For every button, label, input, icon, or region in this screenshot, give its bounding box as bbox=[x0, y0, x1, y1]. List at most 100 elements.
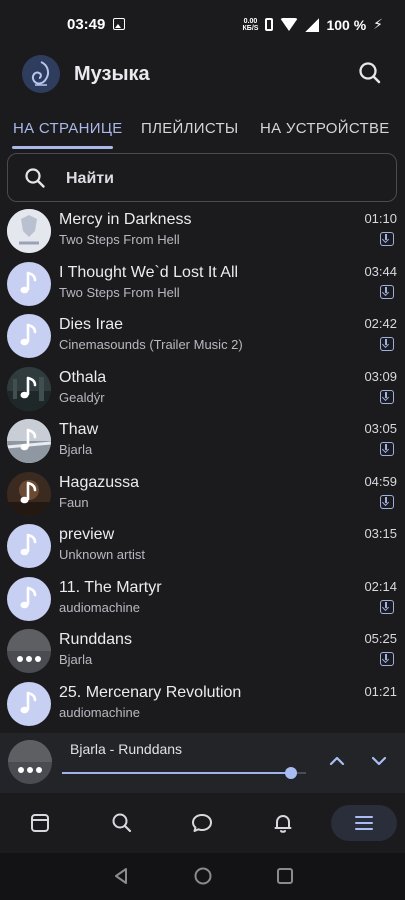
track-artist: Bjarla bbox=[59, 442, 93, 457]
track-title: Mercy in Darkness bbox=[59, 211, 192, 228]
download-icon[interactable] bbox=[380, 442, 394, 456]
track-title: 25. Mercenary Revolution bbox=[59, 683, 242, 701]
message-icon bbox=[192, 814, 212, 832]
status-time: 03:49 bbox=[67, 16, 106, 33]
app-header: Музыка bbox=[0, 50, 405, 98]
track-title: Runddans bbox=[59, 631, 132, 648]
list-item[interactable]: I Thought We`d Lost It All Two Steps Fro… bbox=[0, 258, 405, 310]
track-cover bbox=[7, 471, 51, 516]
bell-icon bbox=[274, 815, 292, 833]
search-field-icon bbox=[25, 168, 45, 188]
list-item[interactable]: 11. The Martyr audiomachine 02:14 bbox=[0, 573, 405, 625]
search-icon[interactable] bbox=[357, 60, 383, 86]
seek-progress bbox=[62, 772, 292, 774]
list-item[interactable]: Dies Irae Cinemasounds (Trailer Music 2)… bbox=[0, 310, 405, 362]
music-note-icon bbox=[7, 681, 51, 726]
vibrate-icon bbox=[265, 18, 274, 31]
track-duration: 04:59 bbox=[364, 473, 397, 489]
track-duration: 02:14 bbox=[364, 578, 397, 594]
active-tab-indicator bbox=[12, 146, 113, 149]
search-input[interactable]: Найти bbox=[7, 153, 397, 202]
track-artist: Two Steps From Hell bbox=[59, 284, 180, 300]
music-note-icon bbox=[7, 261, 51, 306]
download-icon[interactable] bbox=[380, 284, 394, 299]
track-duration: 03:09 bbox=[364, 368, 397, 384]
tab-on-page[interactable]: НА СТРАНИЦЕ bbox=[13, 120, 123, 137]
player-cover bbox=[8, 740, 52, 784]
track-cover-playing bbox=[7, 629, 51, 673]
seek-bar[interactable] bbox=[62, 767, 306, 779]
mini-player[interactable]: Bjarla - Runddans bbox=[0, 733, 405, 793]
track-artist: Gealdýr bbox=[59, 389, 105, 405]
chevron-up-icon[interactable] bbox=[327, 751, 347, 771]
list-item[interactable]: Othala Gealdýr 03:09 bbox=[0, 363, 405, 415]
track-cover bbox=[7, 419, 51, 463]
download-icon[interactable] bbox=[380, 389, 394, 404]
recents-icon[interactable] bbox=[275, 866, 295, 886]
music-note-icon bbox=[7, 576, 51, 621]
track-title: preview bbox=[59, 526, 115, 543]
page-title: Музыка bbox=[74, 63, 150, 85]
list-item[interactable]: Hagazussa Faun 04:59 bbox=[0, 468, 405, 520]
track-artist: audiomachine bbox=[59, 704, 140, 720]
download-icon[interactable] bbox=[380, 652, 394, 666]
download-icon[interactable] bbox=[380, 337, 394, 351]
download-icon[interactable] bbox=[380, 494, 394, 509]
tab-bar: НА СТРАНИЦЕ ПЛЕЙЛИСТЫ НА УСТРОЙСТВЕ bbox=[0, 112, 405, 152]
search-placeholder: Найти bbox=[66, 170, 114, 187]
list-item[interactable]: Runddans Bjarla 05:25 bbox=[0, 625, 405, 677]
download-icon[interactable] bbox=[380, 599, 394, 614]
seek-thumb[interactable] bbox=[285, 767, 298, 779]
list-item[interactable]: preview Unknown artist 03:15 bbox=[0, 520, 405, 572]
menu-icon bbox=[355, 816, 373, 830]
track-duration: 05:25 bbox=[364, 631, 397, 646]
track-artist: audiomachine bbox=[59, 599, 140, 615]
nav-feed[interactable] bbox=[20, 805, 60, 841]
avatar[interactable] bbox=[22, 55, 60, 93]
home-icon[interactable] bbox=[193, 866, 213, 886]
track-duration: 03:44 bbox=[364, 263, 397, 279]
news-feed-icon bbox=[31, 814, 49, 832]
download-icon[interactable] bbox=[380, 232, 394, 246]
now-playing-title: Bjarla - Runddans bbox=[70, 741, 183, 757]
music-note-icon bbox=[7, 524, 51, 568]
track-title: Othala bbox=[59, 368, 107, 386]
system-navigation bbox=[0, 853, 405, 900]
status-bar: 03:49 0.00 КБ/S 100 % ⚡ bbox=[0, 0, 405, 50]
track-title: 11. The Martyr bbox=[59, 578, 162, 596]
tab-on-device[interactable]: НА УСТРОЙСТВЕ bbox=[260, 120, 390, 137]
track-duration: 03:15 bbox=[364, 526, 397, 541]
track-cover bbox=[7, 366, 51, 411]
track-duration: 01:21 bbox=[364, 683, 397, 699]
track-artist: Bjarla bbox=[59, 652, 93, 667]
music-note-icon bbox=[7, 314, 51, 358]
track-duration: 02:42 bbox=[364, 316, 397, 331]
track-duration: 03:05 bbox=[364, 421, 397, 436]
wifi-icon bbox=[280, 18, 299, 31]
nav-menu[interactable] bbox=[331, 805, 397, 841]
track-artist: Faun bbox=[59, 494, 89, 510]
search-nav-icon bbox=[112, 813, 132, 833]
nav-notifications[interactable] bbox=[263, 805, 303, 841]
track-list[interactable]: Mercy in Darkness Two Steps From Hell 01… bbox=[0, 205, 405, 731]
track-artist: Cinemasounds (Trailer Music 2) bbox=[59, 337, 243, 352]
track-duration: 01:10 bbox=[364, 211, 397, 226]
list-item[interactable]: Thaw Bjarla 03:05 bbox=[0, 415, 405, 467]
signal-icon bbox=[305, 17, 320, 32]
charging-icon: ⚡ bbox=[373, 16, 383, 32]
status-icons: 0.00 КБ/S 100 % ⚡ bbox=[243, 16, 383, 33]
network-speed: 0.00 КБ/S bbox=[242, 17, 259, 32]
back-icon[interactable] bbox=[112, 866, 130, 886]
nav-search[interactable] bbox=[102, 805, 142, 841]
nav-messages[interactable] bbox=[182, 805, 222, 841]
battery-percent: 100 % bbox=[326, 16, 367, 33]
track-title: Thaw bbox=[59, 421, 99, 438]
bottom-navigation bbox=[0, 793, 405, 853]
track-title: Hagazussa bbox=[59, 473, 140, 491]
tab-playlists[interactable]: ПЛЕЙЛИСТЫ bbox=[141, 120, 239, 137]
list-item[interactable]: 25. Mercenary Revolution audiomachine 01… bbox=[0, 678, 405, 730]
track-artist: Two Steps From Hell bbox=[59, 232, 180, 247]
chevron-down-icon[interactable] bbox=[369, 751, 389, 771]
list-item[interactable]: Mercy in Darkness Two Steps From Hell 01… bbox=[0, 205, 405, 257]
track-title: Dies Irae bbox=[59, 316, 124, 333]
